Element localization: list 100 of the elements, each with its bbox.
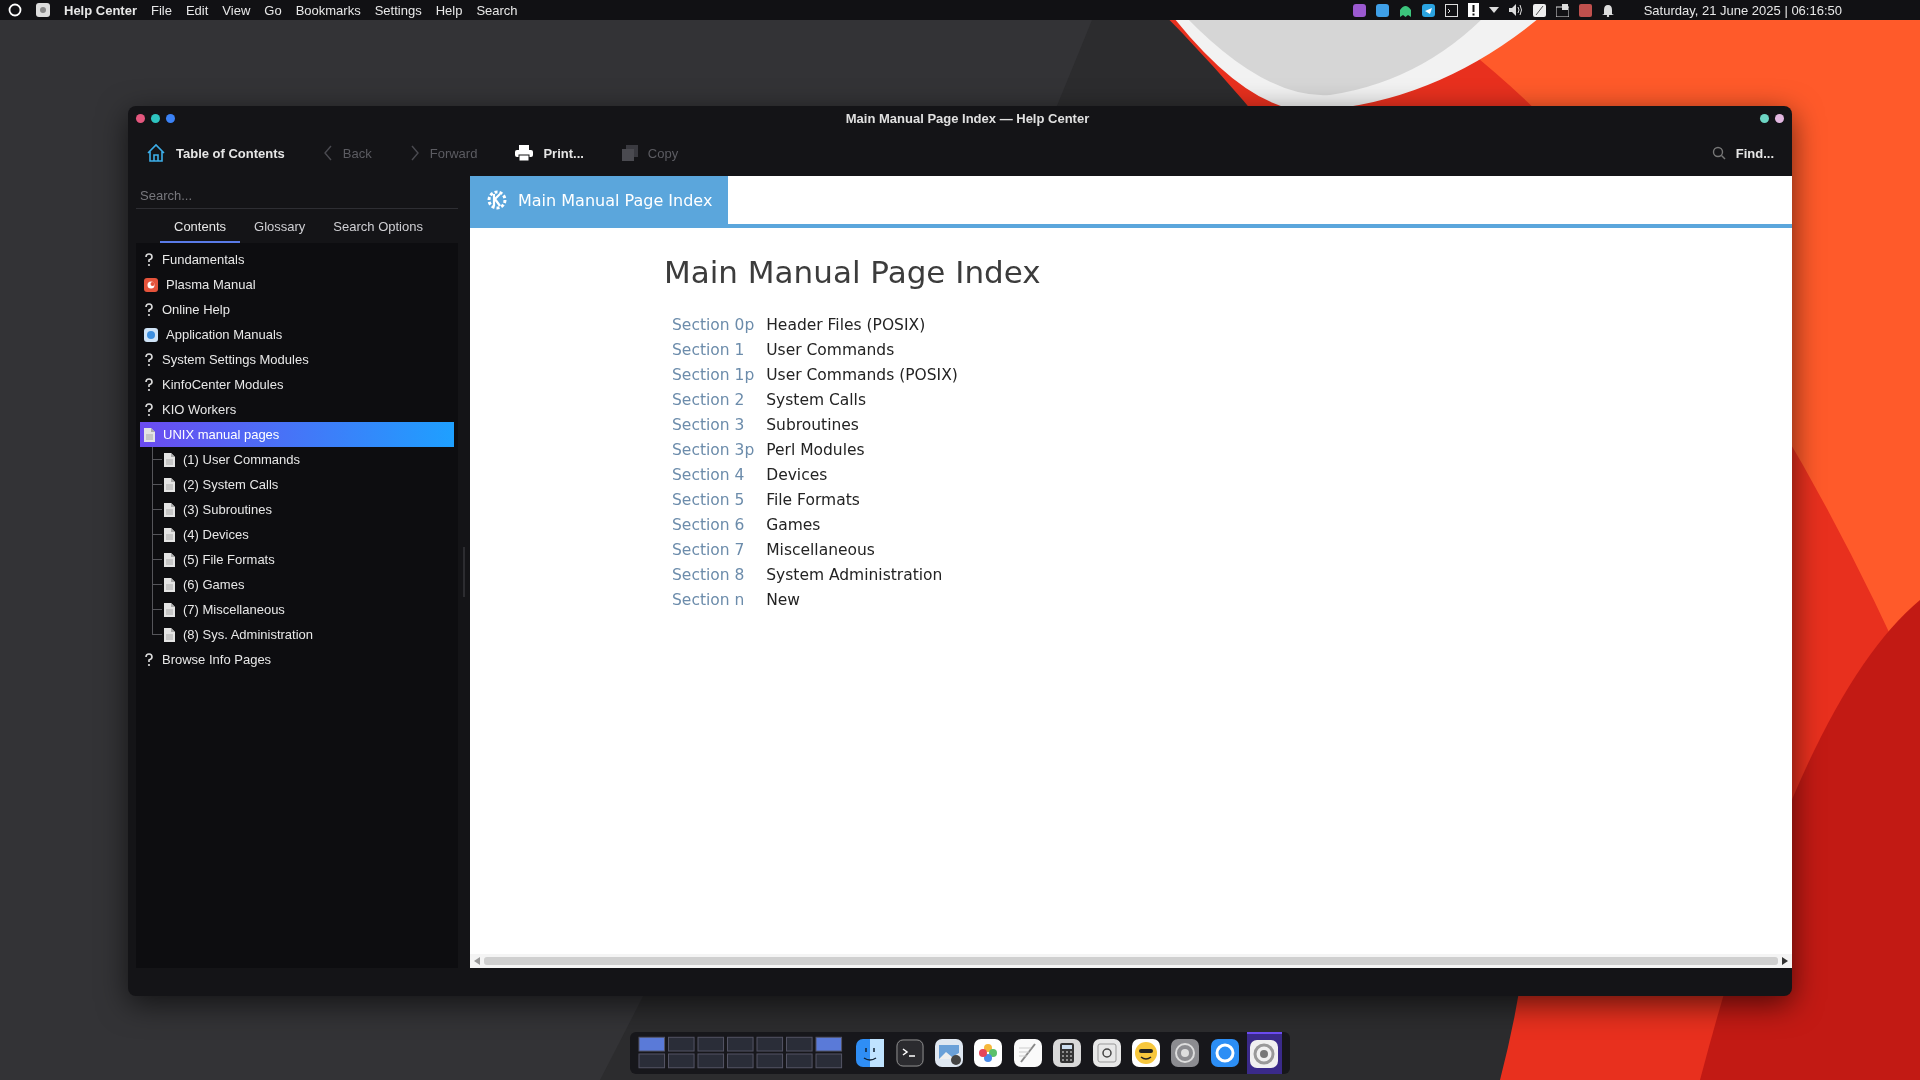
- app-icon[interactable]: [894, 1038, 925, 1068]
- menu-item[interactable]: Search: [476, 2, 518, 18]
- section-title: Games: [766, 516, 822, 534]
- maximize-button[interactable]: [166, 113, 175, 123]
- find-button[interactable]: Find...: [1703, 141, 1782, 165]
- menu-item[interactable]: Bookmarks: [295, 2, 361, 18]
- section-link[interactable]: Section 0p: [672, 316, 755, 334]
- menu-item[interactable]: Settings: [374, 2, 422, 18]
- document-icon: [164, 602, 175, 617]
- forward-icon: [409, 145, 420, 161]
- tray-icon[interactable]: [1375, 3, 1389, 17]
- section-link[interactable]: Section 4: [672, 466, 755, 484]
- app-icon[interactable]: [855, 1038, 886, 1068]
- section-title: New: [766, 591, 802, 609]
- scroll-right-icon[interactable]: [1782, 957, 1788, 965]
- tree-item[interactable]: System Settings Modules: [140, 347, 454, 372]
- tree-item[interactable]: Plasma Manual: [140, 272, 454, 297]
- section-link[interactable]: Section 2: [672, 391, 755, 409]
- tree-item[interactable]: (5) File Formats: [140, 547, 454, 572]
- tree-item[interactable]: (2) System Calls: [140, 472, 454, 497]
- help-icon: [144, 377, 154, 392]
- tree-item[interactable]: KinfoCenter Modules: [140, 372, 454, 397]
- document-icon: [164, 477, 175, 492]
- app-icon[interactable]: [934, 1038, 965, 1068]
- tree-item[interactable]: (4) Devices: [140, 522, 454, 547]
- tree-item[interactable]: (7) Miscellaneous: [140, 597, 454, 622]
- tree-item[interactable]: Application Manuals: [140, 322, 454, 347]
- app-icon[interactable]: [1249, 1039, 1280, 1069]
- section-link[interactable]: Section n: [672, 591, 755, 609]
- tab[interactable]: Glossary: [240, 213, 320, 243]
- close-button[interactable]: [136, 113, 145, 123]
- app-icon[interactable]: [1052, 1038, 1083, 1068]
- tree-item[interactable]: (8) Sys. Administration: [140, 622, 454, 647]
- section-title: File Formats: [766, 491, 861, 509]
- toolbar-button[interactable]: Print...: [507, 141, 592, 165]
- home-icon: [146, 143, 166, 163]
- tree-item[interactable]: KIO Workers: [140, 397, 454, 422]
- app-icon[interactable]: [1012, 1038, 1043, 1068]
- app-icon[interactable]: [1131, 1038, 1162, 1068]
- section-link[interactable]: Section 1: [672, 341, 755, 359]
- tray-icon[interactable]: [1555, 3, 1569, 17]
- section-link[interactable]: Section 8: [672, 566, 755, 584]
- desktop-pager[interactable]: [638, 1036, 845, 1070]
- printer-icon: [515, 145, 534, 161]
- section-link[interactable]: Section 3: [672, 416, 755, 434]
- ghost-icon[interactable]: [1398, 3, 1412, 17]
- dock-item[interactable]: [1246, 1032, 1282, 1074]
- back-icon: [322, 145, 333, 161]
- search-icon: [1711, 146, 1726, 160]
- bell-icon[interactable]: [1601, 3, 1614, 17]
- tab[interactable]: Search Options: [319, 213, 437, 243]
- section-title: User Commands: [766, 341, 896, 359]
- app-icon[interactable]: [973, 1038, 1004, 1068]
- toolbar-button[interactable]: Table of Contents: [138, 139, 293, 167]
- copy-icon: [621, 145, 638, 161]
- tree-item[interactable]: Fundamentals: [140, 247, 454, 272]
- tray-icon[interactable]: [1532, 3, 1546, 17]
- menu-item[interactable]: Go: [264, 2, 282, 18]
- app-name[interactable]: Help Center: [64, 2, 137, 18]
- paper-plane-icon[interactable]: [1421, 3, 1435, 17]
- tree-item[interactable]: (3) Subroutines: [140, 497, 454, 522]
- help-icon: [144, 302, 154, 317]
- document-icon: [144, 427, 155, 442]
- minimize-button[interactable]: [151, 113, 160, 123]
- tree-item[interactable]: Browse Info Pages: [140, 647, 454, 672]
- section-title: System Administration: [766, 566, 944, 584]
- document-icon: [164, 527, 175, 542]
- document-icon: [164, 577, 175, 592]
- menu-item[interactable]: Edit: [185, 2, 209, 18]
- scroll-left-icon[interactable]: [474, 957, 480, 965]
- help-icon: [144, 652, 154, 667]
- menu-item[interactable]: Help: [435, 2, 463, 18]
- volume-icon[interactable]: [1508, 4, 1523, 16]
- section-link[interactable]: Section 3p: [672, 441, 755, 459]
- tree-item[interactable]: Online Help: [140, 297, 454, 322]
- app-icon[interactable]: [1091, 1038, 1122, 1068]
- section-title: Header Files (POSIX): [766, 316, 927, 334]
- search-field[interactable]: Search...: [136, 182, 458, 209]
- menu-item[interactable]: File: [150, 2, 172, 18]
- caret-icon[interactable]: [1488, 7, 1499, 13]
- tree-item[interactable]: (6) Games: [140, 572, 454, 597]
- alert-icon[interactable]: [1467, 3, 1479, 17]
- menu-item[interactable]: View: [222, 2, 251, 18]
- document-icon: [164, 627, 175, 642]
- section-link[interactable]: Section 6: [672, 516, 755, 534]
- document-icon: [164, 552, 175, 567]
- section-link[interactable]: Section 7: [672, 541, 755, 559]
- banner-title: Main Manual Page Index: [518, 190, 713, 210]
- terminal-icon[interactable]: [1444, 3, 1458, 17]
- app-icon[interactable]: [1170, 1038, 1201, 1068]
- tree-item[interactable]: UNIX manual pages: [140, 422, 454, 447]
- system-menu-icon[interactable]: [8, 3, 22, 17]
- app-icon[interactable]: [1209, 1038, 1240, 1068]
- clock[interactable]: Saturday, 21 June 2025 | 06:16:50: [1643, 2, 1842, 18]
- section-title: Subroutines: [766, 416, 860, 434]
- tree-item[interactable]: (1) User Commands: [140, 447, 454, 472]
- horizontal-scrollbar[interactable]: [470, 954, 1792, 968]
- section-link[interactable]: Section 1p: [672, 366, 755, 384]
- section-link[interactable]: Section 5: [672, 491, 755, 509]
- document-icon: [164, 452, 175, 467]
